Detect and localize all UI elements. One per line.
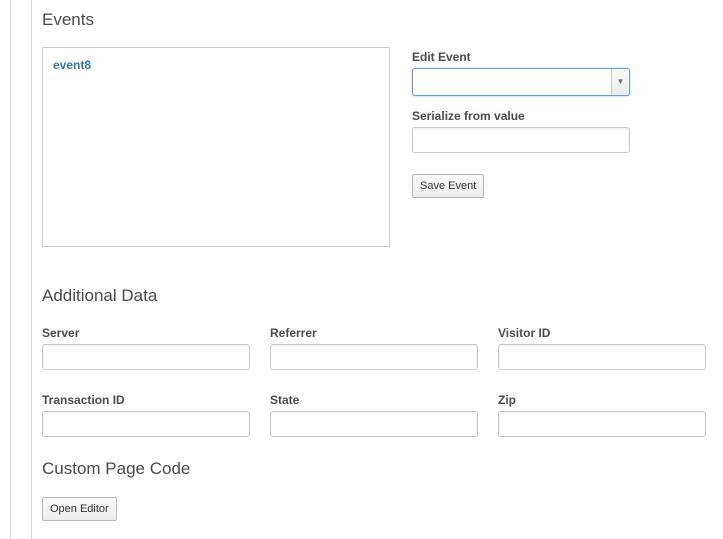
server-input[interactable] [42, 344, 250, 370]
referrer-label: Referrer [270, 326, 317, 340]
serialize-input[interactable] [412, 127, 630, 153]
state-input[interactable] [270, 411, 478, 437]
visitor-id-input[interactable] [498, 344, 706, 370]
referrer-input[interactable] [270, 344, 478, 370]
left-border [10, 0, 11, 539]
custom-page-code-title: Custom Page Code [42, 459, 191, 478]
list-item-event8[interactable]: event8 [53, 58, 91, 72]
edit-event-label: Edit Event [412, 50, 471, 64]
zip-input[interactable] [498, 411, 706, 437]
transaction-id-label: Transaction ID [42, 393, 125, 407]
content-left-border [31, 0, 32, 539]
additional-data-title: Additional Data [42, 286, 158, 305]
events-title: Events [42, 10, 94, 29]
chevron-down-icon[interactable]: ▼ [611, 69, 629, 95]
transaction-id-input[interactable] [42, 411, 250, 437]
events-list[interactable]: event8 [42, 47, 390, 247]
state-label: State [270, 393, 300, 407]
edit-event-select[interactable]: ▼ [412, 68, 630, 96]
serialize-label: Serialize from value [412, 109, 525, 123]
server-label: Server [42, 326, 80, 340]
save-event-button[interactable]: Save Event [412, 174, 485, 198]
visitor-id-label: Visitor ID [498, 326, 551, 340]
zip-label: Zip [498, 393, 516, 407]
open-editor-button[interactable]: Open Editor [42, 497, 117, 521]
